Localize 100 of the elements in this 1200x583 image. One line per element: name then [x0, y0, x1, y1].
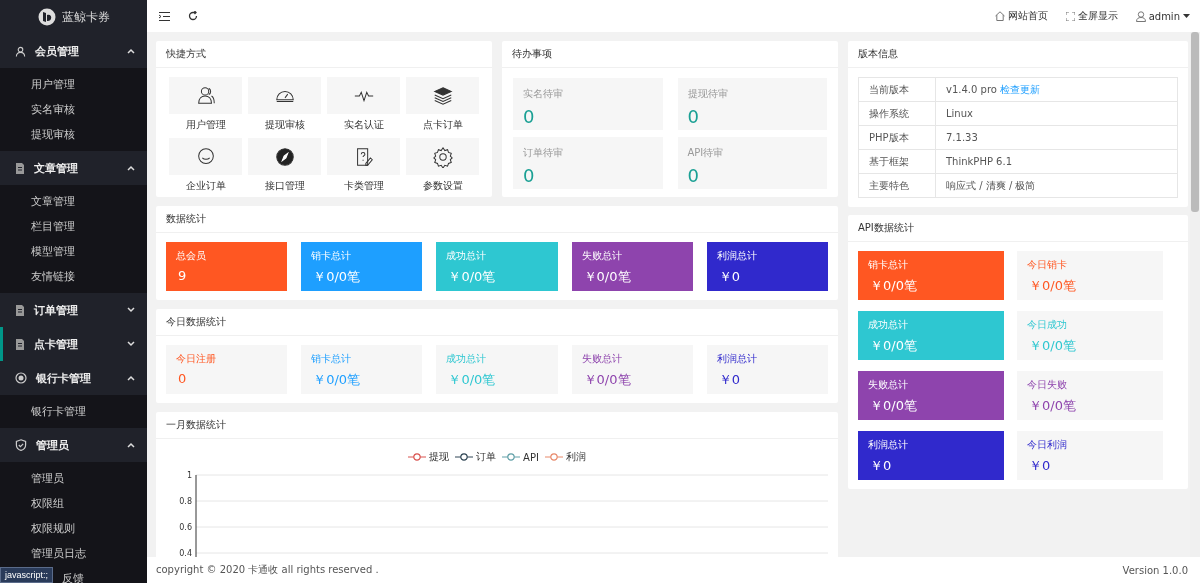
- shortcut-label[interactable]: 实名认证: [343, 118, 384, 132]
- shortcut-label[interactable]: 提现审核: [264, 118, 305, 132]
- stat-label: 销卡总计: [868, 258, 909, 272]
- stat-value: ￥0/0笔: [447, 268, 497, 286]
- shortcut-button[interactable]: [248, 138, 321, 175]
- stat-value: ￥0/0笔: [1028, 337, 1077, 355]
- stat-value: ￥0/0笔: [312, 268, 362, 286]
- stat-value: ￥0: [869, 457, 893, 475]
- sidebar-group[interactable]: 会员管理: [0, 34, 147, 68]
- sidebar-item[interactable]: 友情链接: [0, 264, 147, 289]
- sidebar-group[interactable]: 银行卡管理: [0, 361, 147, 395]
- legend-item[interactable]: 利润: [544, 450, 586, 464]
- table-cell: 主要特色: [858, 173, 936, 198]
- shortcut-label[interactable]: 用户管理: [185, 118, 226, 132]
- legend-label: 利润: [565, 450, 586, 464]
- chevron-down-icon: [127, 341, 135, 347]
- sidebar-item[interactable]: 栏目管理: [0, 214, 147, 239]
- stat-label: 成功总计: [446, 352, 488, 366]
- sidebar-item[interactable]: 模型管理: [0, 239, 147, 264]
- header-link[interactable]: 全屏显示: [1065, 9, 1118, 23]
- stat-label: 今日注册: [176, 352, 217, 366]
- todo-label: 实名待审: [523, 87, 564, 101]
- sidebar-item[interactable]: 权限组: [0, 491, 147, 516]
- target-icon: [15, 372, 27, 384]
- chevron-up-icon: [127, 48, 135, 54]
- document-icon: [15, 304, 25, 316]
- chevron-up-icon: [127, 165, 135, 171]
- stat-value: ￥0/0笔: [582, 268, 632, 286]
- sidebar-item[interactable]: 管理员: [0, 466, 147, 491]
- todo-label: API待审: [687, 146, 725, 160]
- sidebar-item[interactable]: 管理员日志: [0, 541, 147, 566]
- panel-title: 快捷方式: [156, 41, 492, 68]
- legend-item[interactable]: API: [502, 450, 539, 464]
- sidebar-group[interactable]: 管理员: [0, 428, 147, 462]
- table-cell: 操作系统: [858, 101, 936, 126]
- menu-icon[interactable]: [159, 11, 170, 21]
- user-menu[interactable]: admin: [1135, 10, 1190, 22]
- axis-tick-label: 1: [186, 471, 192, 480]
- logo-text: 蓝鲸卡券: [61, 8, 110, 26]
- todo-value: 0: [523, 165, 536, 186]
- panel-title: 今日数据统计: [156, 309, 838, 336]
- user-icon: [1135, 10, 1146, 22]
- chevron-up-icon: [127, 442, 135, 448]
- stat-value: ￥0: [717, 268, 742, 286]
- shortcut-label[interactable]: 点卡订单: [422, 118, 463, 132]
- table-cell: ThinkPHP 6.1: [946, 156, 1012, 167]
- stat-label: 失败总计: [581, 352, 623, 366]
- shortcut-label[interactable]: 参数设置: [422, 179, 463, 193]
- axis-tick-label: 0.6: [179, 523, 192, 532]
- home-icon: [994, 11, 1005, 21]
- legend-line-icon: [455, 453, 474, 461]
- stat-value: ￥0: [717, 371, 742, 389]
- sidebar-item[interactable]: 文章管理: [0, 189, 147, 214]
- sidebar-group[interactable]: 订单管理: [0, 293, 147, 327]
- stat-value: 0: [177, 371, 188, 386]
- stat-value: ￥0/0笔: [1028, 277, 1077, 295]
- chevron-up-icon: [127, 375, 135, 381]
- stat-label: 利润总计: [716, 249, 758, 263]
- fullscreen-icon: [1065, 11, 1075, 21]
- todo-label: 提现待审: [687, 87, 729, 101]
- stat-value: ￥0/0笔: [869, 337, 918, 355]
- table-cell: 7.1.33: [946, 132, 978, 143]
- table-cell: Linux: [946, 108, 973, 119]
- version-text: Version 1.0.0: [1122, 564, 1188, 576]
- todo-value: 0: [523, 106, 536, 127]
- legend-item[interactable]: 提现: [408, 450, 450, 464]
- sidebar-group[interactable]: 文章管理: [0, 151, 147, 185]
- sidebar-item[interactable]: 权限规则: [0, 516, 147, 541]
- table-cell: 基于框架: [858, 149, 936, 174]
- refresh-icon[interactable]: [188, 11, 198, 21]
- todo-label: 订单待审: [523, 146, 564, 160]
- sidebar-item[interactable]: 用户管理: [0, 72, 147, 97]
- legend-line-icon: [408, 453, 427, 461]
- stat-label: 利润总计: [868, 438, 909, 452]
- gear-icon: [431, 145, 454, 168]
- stat-label: 今日失败: [1027, 378, 1068, 392]
- stat-value: ￥0/0笔: [869, 277, 918, 295]
- table-cell: 当前版本: [858, 77, 936, 102]
- shortcut-label[interactable]: 卡类管理: [343, 179, 384, 193]
- stat-value: ￥0/0笔: [447, 371, 497, 389]
- todo-value: 0: [687, 106, 700, 127]
- stat-label: 今日成功: [1027, 318, 1068, 332]
- sidebar-item[interactable]: 提现审核: [0, 122, 147, 147]
- stat-label: 成功总计: [868, 318, 909, 332]
- status-tooltip: javascript:;: [0, 567, 53, 583]
- sidebar-item[interactable]: 实名审核: [0, 97, 147, 122]
- stat-label: 失败总计: [581, 249, 623, 263]
- todo-value: 0: [687, 165, 700, 186]
- legend-label: API: [523, 451, 539, 463]
- stat-value: 9: [177, 268, 188, 283]
- stat-value: ￥0/0笔: [582, 371, 632, 389]
- stat-label: 今日利润: [1027, 438, 1068, 452]
- legend-line-icon: [502, 453, 521, 461]
- shortcut-button[interactable]: [406, 77, 479, 114]
- legend-item[interactable]: 订单: [455, 450, 497, 464]
- legend-label: 订单: [476, 450, 497, 464]
- header-link[interactable]: 网站首页: [994, 9, 1048, 23]
- stat-label: 总会员: [176, 249, 207, 263]
- shortcut-label[interactable]: 接口管理: [264, 179, 305, 193]
- shortcut-label[interactable]: 企业订单: [185, 179, 226, 193]
